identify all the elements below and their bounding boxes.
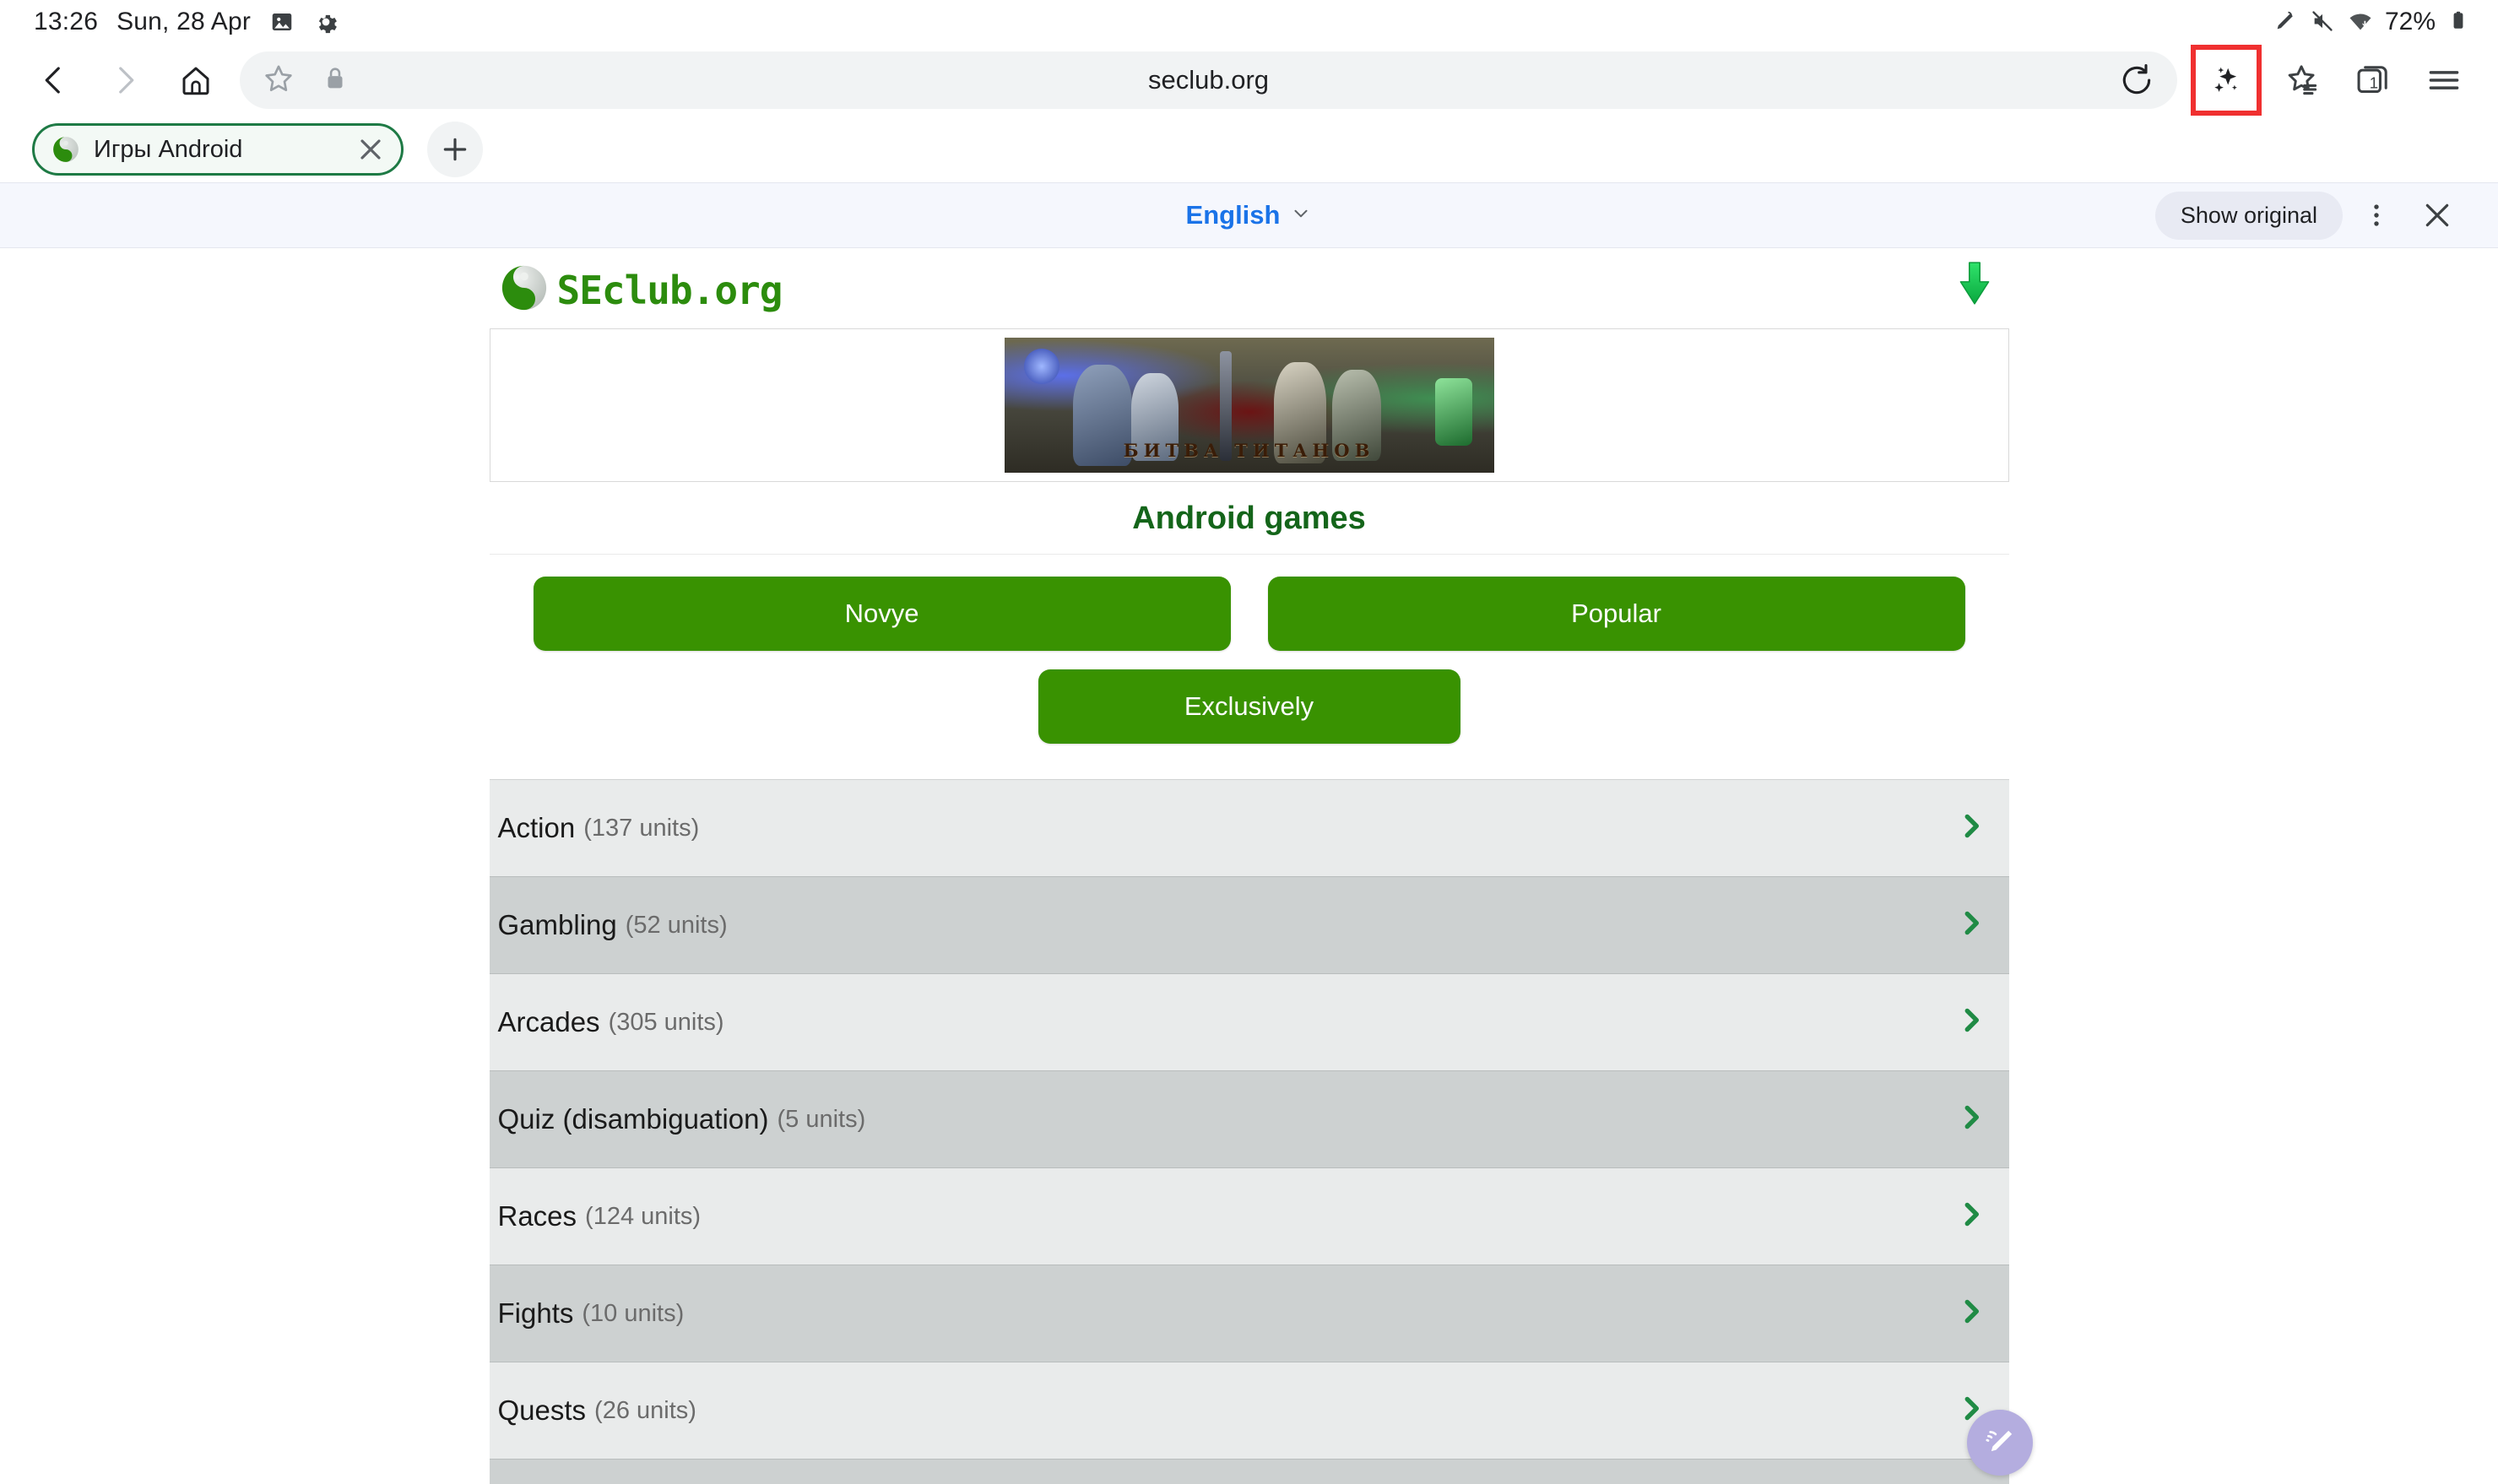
category-name: Quests [497, 1395, 587, 1426]
list-item[interactable]: Arcades (305 units) [489, 974, 2009, 1071]
green-down-arrow-icon[interactable] [1957, 260, 1992, 313]
chevron-right-icon [1955, 1199, 1987, 1235]
tab-switcher-button[interactable]: 1 [2338, 45, 2409, 116]
mute-icon [2311, 9, 2336, 35]
stylus-write-icon [1985, 1430, 2012, 1452]
url-text: seclub.org [1147, 65, 1270, 95]
hamburger-menu-icon [2429, 71, 2459, 89]
system-status-bar: 13:26 Sun, 28 Apr 72% [0, 0, 2498, 44]
show-original-button[interactable]: Show original [2154, 191, 2343, 240]
site-logo-text: SEclub.org [556, 267, 783, 313]
ai-assistant-button[interactable] [2191, 45, 2262, 116]
popular-button[interactable]: Popular [1267, 577, 1965, 651]
home-button[interactable] [160, 45, 231, 116]
category-count: (137 units) [583, 814, 700, 842]
sparkle-icon [2214, 67, 2237, 92]
list-item[interactable]: Races (124 units) [489, 1168, 2009, 1265]
category-count: (5 units) [777, 1105, 866, 1133]
page-container: SEclub.org БИТВА ТИТАНОВ Android games N… [489, 248, 2033, 1484]
category-name: Action [497, 812, 576, 843]
seclub-sphere-logo [500, 263, 549, 317]
list-item[interactable]: Action (137 units) [489, 780, 2009, 877]
translate-bar-actions: Show original [2154, 188, 2498, 242]
kebab-menu-icon [2374, 204, 2379, 226]
reading-list-button[interactable] [2267, 45, 2338, 116]
exclusively-button[interactable]: Exclusively [1038, 669, 1460, 744]
category-name: Races [497, 1200, 577, 1232]
page-title: Android games [489, 482, 2009, 555]
seclub-favicon [51, 135, 80, 164]
category-count: (124 units) [585, 1202, 702, 1230]
browser-toolbar: seclub.org 1 [0, 44, 2498, 116]
category-count: (26 units) [594, 1396, 696, 1424]
status-bar-right: 72% [2273, 8, 2473, 36]
translate-more-button[interactable] [2349, 188, 2403, 242]
stylus-write-button[interactable] [1966, 1410, 2033, 1476]
plus-icon [443, 138, 467, 161]
close-icon [2425, 203, 2449, 227]
category-name: Quiz (disambiguation) [497, 1103, 769, 1135]
address-bar[interactable]: seclub.org [240, 51, 2177, 109]
browser-menu-button[interactable] [2409, 45, 2479, 116]
tab-strip: Игры Android [0, 116, 2498, 182]
status-date: Sun, 28 Apr [117, 8, 252, 35]
site-header: SEclub.org [490, 248, 2009, 328]
chevron-right-icon [1955, 907, 1987, 944]
close-icon[interactable] [354, 133, 387, 166]
list-item[interactable]: Quests (26 units) [489, 1362, 2009, 1460]
site-logo[interactable]: SEclub.org [500, 263, 783, 317]
novye-button[interactable]: Novye [533, 577, 1231, 651]
battery-icon [2447, 9, 2473, 35]
wifi-icon [2348, 9, 2373, 35]
list-item[interactable]: Fights (10 units) [489, 1265, 2009, 1362]
banner-image: БИТВА ТИТАНОВ [1004, 338, 1494, 473]
chevron-right-icon [1955, 810, 1987, 847]
web-page-content: SEclub.org БИТВА ТИТАНОВ Android games N… [0, 248, 2498, 1484]
list-item[interactable]: Logical (216 units) [489, 1460, 2009, 1484]
chevron-right-icon [1955, 1005, 1987, 1041]
status-bar-left: 13:26 Sun, 28 Apr [34, 8, 339, 36]
category-count: (305 units) [608, 1008, 724, 1036]
translate-language-selector[interactable]: English [0, 200, 2498, 230]
reload-button[interactable] [2118, 62, 2155, 99]
gear-icon [313, 9, 339, 35]
address-bar-leading-icons [262, 62, 350, 100]
banner-caption: БИТВА ТИТАНОВ [1123, 440, 1375, 461]
category-count: (52 units) [625, 911, 728, 939]
tab-count-text: 1 [2370, 73, 2378, 91]
translate-close-button[interactable] [2410, 188, 2464, 242]
star-list-icon [2288, 65, 2317, 95]
category-count: (10 units) [582, 1299, 685, 1327]
tabs-icon: 1 [2357, 66, 2387, 94]
category-filter-buttons-row-1: Novye Popular [490, 555, 2009, 651]
translate-bar: English Show original [0, 182, 2498, 248]
translate-language-label: English [1185, 200, 1281, 230]
star-icon[interactable] [262, 62, 295, 100]
banner-container[interactable]: БИТВА ТИТАНОВ [489, 328, 2009, 482]
list-item[interactable]: Gambling (52 units) [489, 877, 2009, 974]
lock-icon[interactable] [321, 64, 350, 97]
status-time: 13:26 [34, 8, 99, 35]
back-button[interactable] [19, 45, 89, 116]
category-name: Arcades [497, 1006, 600, 1037]
pen-icon [2273, 9, 2299, 35]
category-filter-buttons-row-2: Exclusively [490, 651, 2009, 744]
category-name: Gambling [497, 909, 617, 940]
chevron-down-icon [1290, 203, 1312, 229]
browser-tab[interactable]: Игры Android [32, 123, 404, 176]
battery-percent: 72% [2384, 8, 2436, 35]
new-tab-button[interactable] [427, 122, 483, 177]
category-name: Fights [497, 1297, 574, 1329]
chevron-right-icon [1955, 1296, 1987, 1332]
image-icon [269, 9, 295, 35]
chevron-right-icon [1955, 1102, 1987, 1138]
category-list: Action (137 units) Gambling (52 units) A… [489, 779, 2009, 1484]
list-item[interactable]: Quiz (disambiguation) (5 units) [489, 1071, 2009, 1168]
tab-title: Игры Android [94, 135, 243, 163]
forward-button[interactable] [89, 45, 160, 116]
